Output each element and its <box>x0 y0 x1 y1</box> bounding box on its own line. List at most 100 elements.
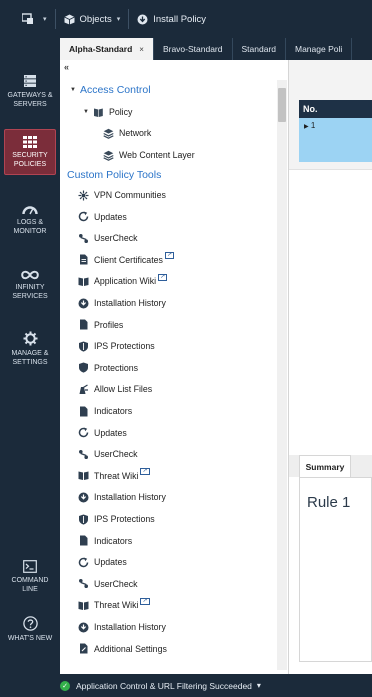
tool-item[interactable]: Updates <box>78 554 127 570</box>
tool-item[interactable]: Threat Wiki ↗ <box>78 468 150 484</box>
tool-item[interactable]: UserCheck <box>78 446 138 462</box>
tool-item[interactable]: Installation History <box>78 295 166 311</box>
app-menu-icon <box>22 13 33 24</box>
nav-security-policies[interactable]: SECURITY POLICIES <box>4 129 56 175</box>
allow-list-icon <box>78 384 89 395</box>
policy-book-icon <box>93 107 104 118</box>
column-no-label: No. <box>303 104 318 114</box>
tool-item-label: IPS Protections <box>94 514 155 524</box>
nav-logs-label: LOGS & MONITOR <box>13 219 47 235</box>
tool-item[interactable]: UserCheck <box>78 576 138 592</box>
success-check-icon: ✓ <box>60 680 70 691</box>
tree-policy[interactable]: ▼ Policy <box>83 104 132 120</box>
tool-item-label: Indicators <box>94 535 133 546</box>
tool-item[interactable]: Protections <box>78 360 138 376</box>
tree-scrollbar-thumb[interactable] <box>278 88 286 122</box>
tab-label: Manage Poli <box>295 44 343 54</box>
indicators-icon <box>78 535 89 546</box>
app-menu-button[interactable]: ▾ <box>14 0 55 38</box>
tool-item-label: Installation History <box>94 298 166 308</box>
tab-standard[interactable]: Standard <box>233 38 286 60</box>
tool-item[interactable]: Client Certificates ↗ <box>78 252 174 268</box>
install-policy-icon <box>137 14 148 24</box>
tree-custom-policy-tools[interactable]: Custom Policy Tools <box>67 167 161 183</box>
wiki-icon <box>78 600 89 611</box>
web-content-layer-label: Web Content Layer <box>119 150 195 160</box>
settings-icon <box>78 643 89 654</box>
left-navigation: GATEWAYS & SERVERS SECURITY POLICIES LOG… <box>0 38 60 697</box>
terminal-icon <box>23 560 37 573</box>
nav-manage-label: MANAGE & SETTINGS <box>11 350 49 366</box>
tool-item[interactable]: Threat Wiki ↗ <box>78 597 150 613</box>
tree-access-control[interactable]: ▼ Access Control <box>70 82 151 98</box>
policy-tree-panel: « ▼ Access Control ▼ Policy Network Web … <box>60 60 289 674</box>
nav-infinity-services[interactable]: INFINITY SERVICES <box>4 270 56 301</box>
status-message[interactable]: Application Control & URL Filtering Succ… <box>76 681 252 691</box>
row-expand-icon[interactable]: ▶ <box>304 124 309 130</box>
tool-item[interactable]: Allow List Files <box>78 381 152 397</box>
collapse-panel-button[interactable]: « <box>64 62 69 72</box>
tool-item[interactable]: IPS Protections <box>78 511 155 527</box>
tab-alpha-standard[interactable]: Alpha-Standard × <box>60 38 154 60</box>
history-icon <box>78 298 89 309</box>
nav-whats-new[interactable]: WHAT'S NEW <box>4 616 56 643</box>
infinity-icon <box>21 270 39 280</box>
tool-item[interactable]: Updates <box>78 209 127 225</box>
tab-bravo-standard[interactable]: Bravo-Standard <box>154 38 233 60</box>
objects-button[interactable]: Objects ▾ <box>56 0 129 38</box>
tree-network-layer[interactable]: Network <box>103 125 151 141</box>
tool-item[interactable]: Profiles <box>78 317 123 333</box>
objects-icon <box>63 14 75 24</box>
tool-item-label: Allow List Files <box>94 384 153 395</box>
tool-item[interactable]: IPS Protections <box>78 338 155 354</box>
nav-logs-monitor[interactable]: LOGS & MONITOR <box>4 204 56 236</box>
updates-icon <box>78 557 89 568</box>
install-policy-button[interactable]: Install Policy <box>129 0 214 38</box>
tool-item[interactable]: Additional Settings <box>78 641 167 657</box>
tool-item[interactable]: UserCheck <box>78 230 138 246</box>
tool-item[interactable]: Indicators <box>78 533 132 549</box>
updates-icon <box>78 211 89 222</box>
nav-gateways-servers[interactable]: GATEWAYS & SERVERS <box>4 74 56 109</box>
shield-icon <box>78 362 89 373</box>
gauge-icon <box>22 206 38 215</box>
objects-label: Objects <box>79 13 112 25</box>
updates-icon <box>78 427 89 438</box>
tab-manage-policies[interactable]: Manage Poli <box>286 38 353 60</box>
tool-item-label: Installation History <box>94 492 166 503</box>
usercheck-icon <box>78 233 89 244</box>
server-icon <box>24 75 36 87</box>
certificate-icon <box>78 254 89 265</box>
expanded-arrow-icon[interactable]: ▼ <box>70 87 76 93</box>
tool-item[interactable]: VPN Communities <box>78 187 166 203</box>
rule-row-1[interactable]: ▶ 1 <box>299 118 372 162</box>
rulebase-area: No. ▶ 1 Summary Rule 1 <box>289 60 372 674</box>
tab-label: Bravo-Standard <box>162 44 223 54</box>
tool-item-label: Additional Settings <box>94 643 167 654</box>
chevron-down-icon[interactable]: ▾ <box>257 681 261 690</box>
tool-item-label: Threat Wiki <box>94 470 139 481</box>
external-link-icon: ↗ <box>140 597 150 605</box>
tool-item[interactable]: Application Wiki ↗ <box>78 273 168 289</box>
nav-command-line[interactable]: COMMAND LINE <box>4 560 56 594</box>
tool-item-label: IPS Protections <box>94 341 155 352</box>
tab-summary[interactable]: Summary <box>299 455 351 477</box>
gear-icon <box>23 331 37 346</box>
layers-icon <box>103 150 114 161</box>
ips-icon <box>78 341 89 352</box>
nav-security-label: SECURITY POLICIES <box>12 151 48 168</box>
network-label: Network <box>119 128 152 138</box>
tool-item[interactable]: Installation History <box>78 489 166 505</box>
nav-whatsnew-label: WHAT'S NEW <box>7 635 53 642</box>
column-header-no[interactable]: No. <box>299 100 372 118</box>
expanded-arrow-icon[interactable]: ▼ <box>83 109 89 115</box>
tool-item[interactable]: Updates <box>78 425 127 441</box>
ips-icon <box>78 514 89 525</box>
tool-item-label: Client Certificates <box>94 254 163 265</box>
tree-scrollbar[interactable] <box>277 80 287 670</box>
tree-web-content-layer[interactable]: Web Content Layer <box>103 147 195 163</box>
close-icon[interactable]: × <box>139 45 144 54</box>
tool-item[interactable]: Installation History <box>78 619 166 635</box>
tool-item[interactable]: Indicators <box>78 403 132 419</box>
nav-manage-settings[interactable]: MANAGE & SETTINGS <box>4 331 56 367</box>
